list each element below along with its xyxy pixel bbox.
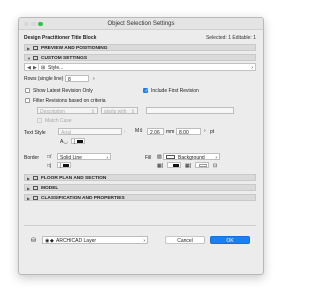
fill-value: Background: [178, 154, 205, 161]
section-label: PREVIEW AND POSITIONING: [41, 45, 108, 51]
title-bar: Object Selection Settings: [19, 18, 263, 30]
font-size-input[interactable]: 2.06: [147, 128, 164, 136]
transparent-icon[interactable]: ⊡: [213, 163, 217, 169]
line-spacing-input[interactable]: 8.00: [176, 128, 201, 136]
text-style-label: Text Style: [24, 130, 46, 136]
floor-plan-icon: [33, 176, 38, 180]
description-select[interactable]: Description ⇕: [37, 107, 98, 115]
chevron-right-icon: ›: [143, 238, 145, 244]
rows-stepper-icon[interactable]: ›: [93, 76, 95, 82]
filter-checkbox[interactable]: [25, 98, 30, 103]
fill-pen-swatch[interactable]: [167, 162, 181, 168]
color-swatch: [63, 164, 69, 167]
footer-divider: [24, 225, 256, 226]
layer-select[interactable]: ◉ ◆ ARCHICAD Layer ›: [42, 236, 148, 244]
style-dropdown[interactable]: Style...: [48, 65, 63, 71]
include-first-label: Include First Revision: [151, 88, 199, 94]
divider: [38, 64, 39, 71]
favorites-icon[interactable]: ⛁: [31, 237, 36, 244]
chevron-right-icon: ›: [251, 64, 253, 71]
fill-pen-icon: ▦|: [157, 163, 164, 169]
expanded-arrow-icon: ▼: [27, 55, 31, 61]
line-spacing-value: 8.00: [179, 129, 189, 136]
color-swatch: [199, 164, 207, 167]
collapsed-arrow-icon: ▶: [27, 175, 31, 181]
classification-icon: [33, 196, 38, 200]
section-model[interactable]: ▶ MODEL: [24, 184, 256, 191]
border-toggle-icon[interactable]: □/: [47, 154, 51, 160]
background-pen-icon: ▦|: [185, 163, 192, 169]
text-height-icon: M⇕: [135, 128, 144, 134]
section-label: CLASSIFICATION AND PROPERTIES: [41, 195, 125, 201]
rows-input[interactable]: 8: [65, 75, 89, 83]
section-label: CUSTOM SETTINGS: [41, 55, 88, 61]
border-label: Border: [24, 155, 40, 161]
unit-mm: mm: [166, 128, 175, 135]
text-color-icon: A◡: [60, 139, 68, 145]
pen-number-icon: |: [59, 163, 61, 169]
preview-icon: [33, 46, 38, 50]
criteria-input[interactable]: [146, 107, 234, 114]
color-swatch: [77, 140, 83, 143]
eye-icon: ◉: [45, 238, 50, 244]
object-name: Design Practitioner Title Block: [24, 35, 97, 41]
border-pen-swatch[interactable]: |: [57, 162, 71, 169]
description-placeholder: Description: [40, 108, 66, 115]
font-arrow-icon: ›: [124, 128, 126, 135]
chevron-right-icon: ›: [215, 154, 217, 161]
section-custom-settings[interactable]: ▼ CUSTOM SETTINGS: [24, 54, 256, 61]
collapsed-arrow-icon: ▶: [27, 185, 31, 191]
layer-icon: ◆: [50, 238, 54, 244]
unit-pt: pt: [210, 128, 215, 135]
model-icon: [33, 186, 38, 190]
border-line-select[interactable]: Solid Line ›: [57, 153, 111, 161]
background-pen-swatch[interactable]: [195, 162, 209, 168]
match-case-checkbox[interactable]: [37, 118, 42, 123]
starts-with-select[interactable]: starts with ⇕: [101, 107, 138, 115]
layer-value: ARCHICAD Layer: [56, 238, 97, 244]
prev-arrow-icon[interactable]: ◀: [27, 65, 31, 71]
show-latest-checkbox[interactable]: [25, 88, 30, 93]
style-bar: ◀ ▶ ⊞ Style... ›: [24, 63, 256, 71]
selection-status: Selected: 1 Editable: 1: [205, 35, 256, 41]
font-size-value: 2.06: [150, 129, 160, 136]
section-preview[interactable]: ▶ PREVIEW AND POSITIONING: [24, 44, 256, 51]
window-title: Object Selection Settings: [107, 20, 175, 27]
font-value: Arial: [61, 129, 72, 136]
show-latest-label: Show Latest Revision Only: [33, 88, 93, 94]
cancel-button[interactable]: Cancel: [165, 236, 205, 244]
text-color-swatch[interactable]: |: [71, 138, 85, 145]
starts-with-placeholder: starts with: [104, 108, 127, 115]
updown-icon: ⇕: [90, 108, 95, 115]
rows-value: 8: [68, 76, 71, 83]
match-case-label: Match Case: [45, 118, 72, 124]
section-label: MODEL: [41, 185, 59, 191]
style-icon: ⊞: [41, 65, 46, 71]
collapsed-arrow-icon: ▶: [27, 45, 31, 51]
filter-label: Filter Revisions based on criteria: [33, 98, 106, 104]
include-first-checkbox[interactable]: [143, 88, 149, 94]
font-select[interactable]: Arial: [58, 128, 122, 136]
ok-button[interactable]: OK: [210, 236, 250, 244]
chevron-right-icon: ›: [106, 154, 108, 161]
border-line-value: Solid Line: [60, 154, 82, 161]
fill-swatch-icon: [166, 155, 175, 159]
fill-select[interactable]: Background ›: [163, 153, 220, 161]
collapsed-arrow-icon: ▶: [27, 195, 31, 201]
stepper-icon[interactable]: ›: [204, 128, 206, 134]
section-floor-plan[interactable]: ▶ FLOOR PLAN AND SECTION: [24, 174, 256, 181]
border-pen-icon: □|: [47, 163, 52, 169]
fill-label: Fill: [145, 155, 152, 161]
rows-label: Rows (single line): [24, 76, 64, 82]
custom-settings-icon: [33, 56, 38, 60]
updown-icon: ⇕: [130, 108, 135, 115]
fill-toggle-icon[interactable]: ▨: [157, 154, 162, 160]
section-classification[interactable]: ▶ CLASSIFICATION AND PROPERTIES: [24, 194, 256, 201]
color-swatch: [173, 164, 179, 167]
pen-number-icon: |: [73, 139, 75, 145]
next-arrow-icon[interactable]: ▶: [33, 65, 37, 71]
section-label: FLOOR PLAN AND SECTION: [41, 175, 107, 181]
